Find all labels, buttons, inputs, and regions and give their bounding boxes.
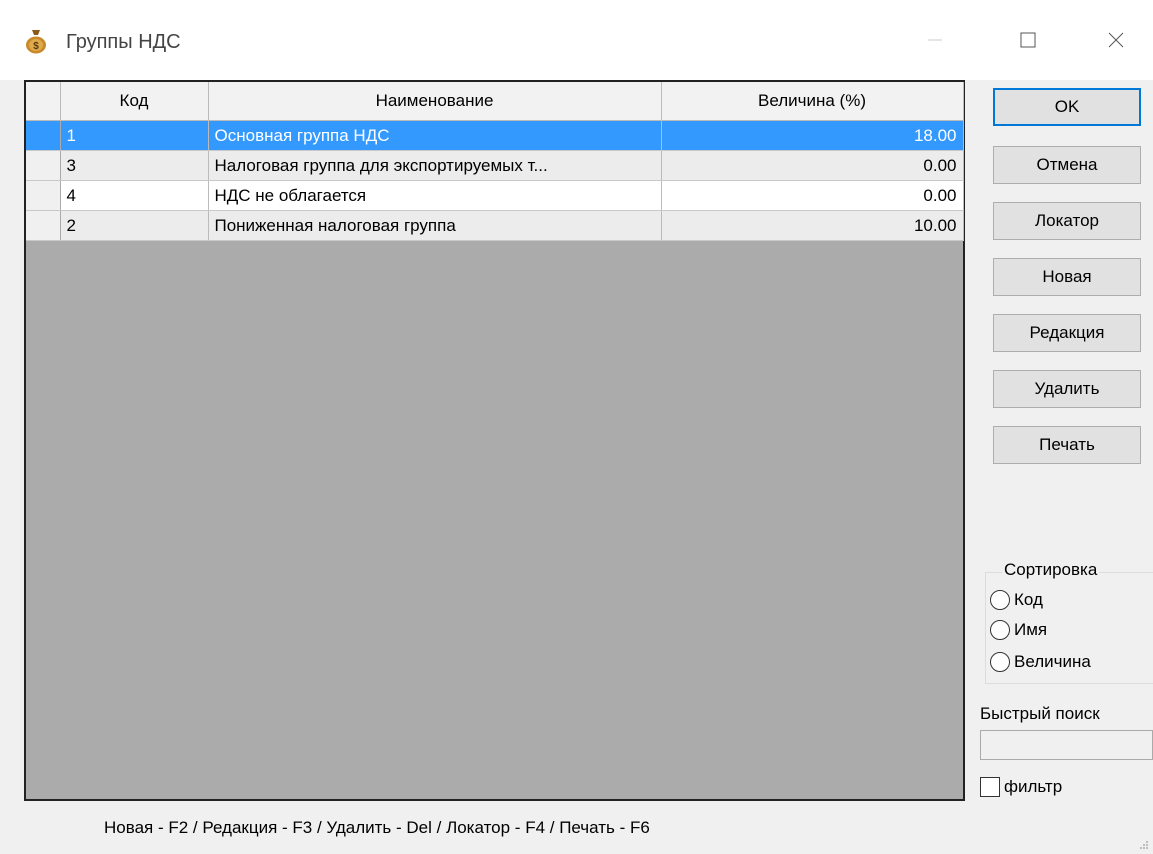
- title-bar: $ Группы НДС: [0, 0, 1153, 80]
- maximize-button[interactable]: [1003, 18, 1053, 62]
- table-row[interactable]: 1 Основная группа НДС 18.00: [26, 120, 964, 151]
- radio-button[interactable]: [990, 652, 1010, 672]
- resize-grip-icon[interactable]: [1139, 840, 1149, 850]
- column-header-name[interactable]: Наименование: [208, 82, 662, 121]
- table-row[interactable]: 2 Пониженная налоговая группа 10.00: [26, 210, 964, 241]
- shortcut-hint: Новая - F2 / Редакция - F3 / Удалить - D…: [104, 818, 650, 837]
- radio-button[interactable]: [990, 590, 1010, 610]
- cell-name[interactable]: Основная группа НДС: [208, 120, 662, 151]
- table-header-row: Код Наименование Величина (%): [26, 82, 964, 121]
- row-indicator[interactable]: [26, 120, 61, 151]
- cancel-button[interactable]: Отмена: [993, 146, 1141, 184]
- cell-value[interactable]: 18.00: [661, 120, 964, 151]
- vat-groups-table: Код Наименование Величина (%) 1 Основная…: [26, 82, 964, 241]
- radio-label: Величина: [1014, 652, 1091, 671]
- locator-button[interactable]: Локатор: [993, 202, 1141, 240]
- close-button[interactable]: [1091, 18, 1141, 62]
- svg-text:$: $: [33, 41, 39, 52]
- maximize-icon: [1020, 32, 1036, 48]
- cell-code[interactable]: 4: [60, 180, 209, 211]
- money-bag-icon: $: [26, 30, 46, 54]
- filter-checkbox-row[interactable]: фильтр: [980, 777, 1062, 797]
- cell-code[interactable]: 2: [60, 210, 209, 241]
- cell-name[interactable]: Налоговая группа для экспортируемых т...: [208, 150, 662, 181]
- sort-option-name[interactable]: Имя: [990, 620, 1047, 640]
- cell-code[interactable]: 1: [60, 120, 209, 151]
- row-indicator[interactable]: [26, 150, 61, 181]
- delete-button[interactable]: Удалить: [993, 370, 1141, 408]
- filter-label: фильтр: [1004, 777, 1063, 796]
- table-row[interactable]: 3 Налоговая группа для экспортируемых т.…: [26, 150, 964, 181]
- sort-option-code[interactable]: Код: [990, 590, 1043, 610]
- radio-label: Имя: [1014, 620, 1048, 639]
- radio-button[interactable]: [990, 620, 1010, 640]
- filter-checkbox[interactable]: [980, 777, 1000, 797]
- cell-value[interactable]: 0.00: [661, 180, 964, 211]
- cell-code[interactable]: 3: [60, 150, 209, 181]
- table-row[interactable]: 4 НДС не облагается 0.00: [26, 180, 964, 211]
- row-indicator-header: [26, 82, 61, 121]
- minimize-button[interactable]: [910, 18, 960, 62]
- column-header-code[interactable]: Код: [60, 82, 209, 121]
- dialog-content: Код Наименование Величина (%) 1 Основная…: [0, 80, 1153, 854]
- column-header-value[interactable]: Величина (%): [661, 82, 964, 121]
- cell-value[interactable]: 10.00: [661, 210, 964, 241]
- new-button[interactable]: Новая: [993, 258, 1141, 296]
- sort-legend: Сортировка: [1002, 560, 1100, 580]
- radio-label: Код: [1014, 590, 1043, 609]
- window-title: Группы НДС: [66, 31, 181, 53]
- close-icon: [1108, 32, 1124, 48]
- vat-groups-grid[interactable]: Код Наименование Величина (%) 1 Основная…: [24, 80, 965, 801]
- edit-button[interactable]: Редакция: [993, 314, 1141, 352]
- cell-value[interactable]: 0.00: [661, 150, 964, 181]
- minimize-icon: [928, 39, 942, 41]
- print-button[interactable]: Печать: [993, 426, 1141, 464]
- row-indicator[interactable]: [26, 210, 61, 241]
- row-indicator[interactable]: [26, 180, 61, 211]
- quick-search-label: Быстрый поиск: [980, 704, 1100, 723]
- ok-button[interactable]: OK: [993, 88, 1141, 126]
- cell-name[interactable]: Пониженная налоговая группа: [208, 210, 662, 241]
- quick-search-input[interactable]: [980, 730, 1153, 760]
- cell-name[interactable]: НДС не облагается: [208, 180, 662, 211]
- sort-option-value[interactable]: Величина: [990, 652, 1091, 672]
